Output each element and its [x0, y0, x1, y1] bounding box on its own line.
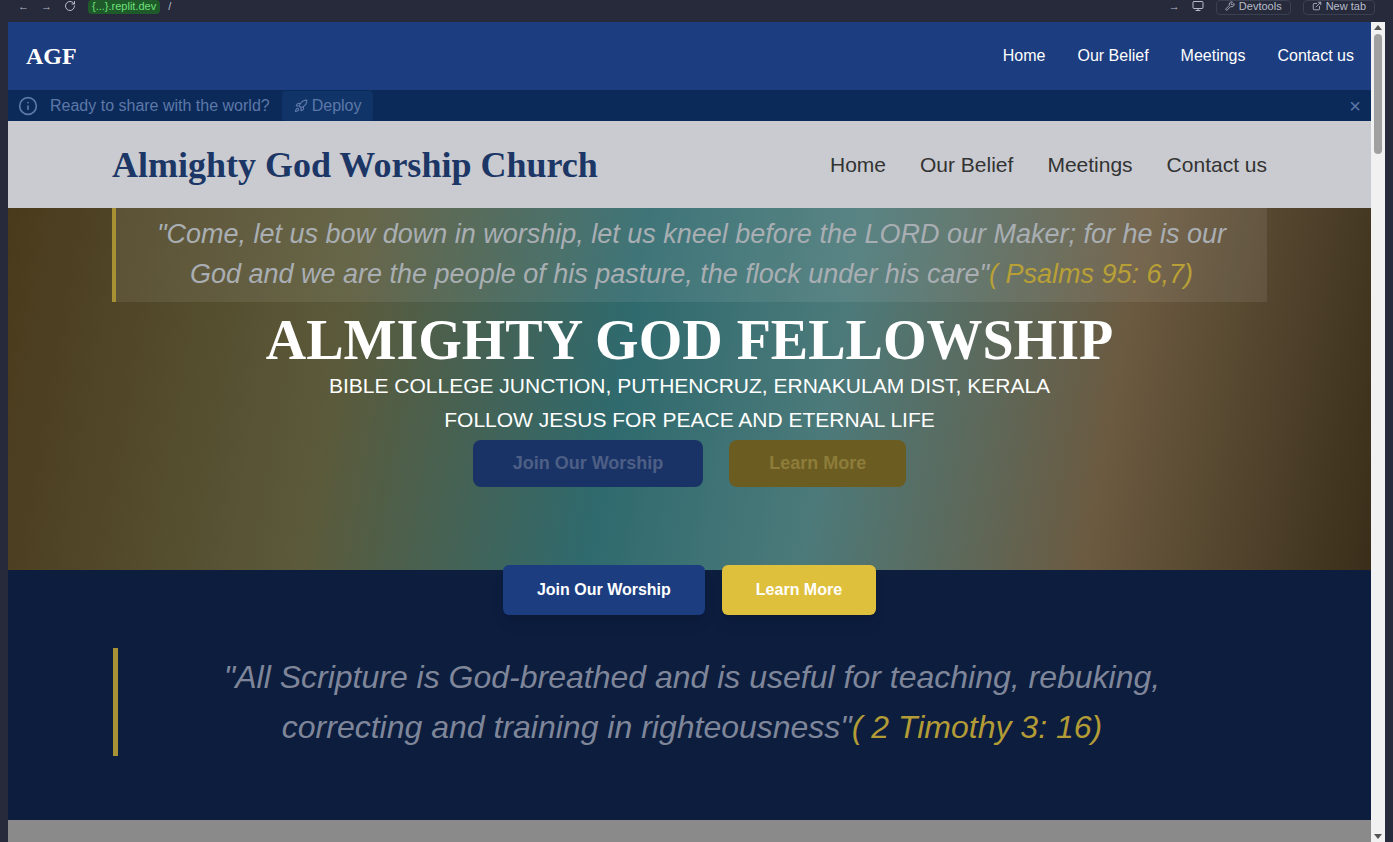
monitor-icon[interactable]: [1192, 0, 1204, 12]
action-button[interactable]: Learn More: [722, 565, 876, 615]
forward-button[interactable]: →: [41, 0, 52, 12]
nav-link[interactable]: Our Belief: [1077, 44, 1148, 68]
page: AGFHomeOur BeliefMeetingsContact usReady…: [8, 22, 1371, 842]
church-nav-link[interactable]: Meetings: [1047, 149, 1132, 181]
hero-tagline: FOLLOW JESUS FOR PEACE AND ETERNAL LIFE: [444, 406, 935, 434]
devtools-button[interactable]: Devtools: [1216, 0, 1291, 15]
scrollbar[interactable]: [1371, 22, 1385, 842]
church-nav-link[interactable]: Our Belief: [920, 149, 1013, 181]
church-header: Almighty God Worship Church Home Our Belie…: [8, 121, 1371, 208]
site-logo[interactable]: AGF: [26, 38, 77, 74]
scroll-thumb[interactable]: [1374, 34, 1382, 154]
action-button[interactable]: Join Our Worship: [503, 565, 705, 615]
hero-quote: "Come, let us bow down in worship, let u…: [112, 208, 1267, 302]
scroll-up-icon[interactable]: [1374, 25, 1382, 30]
nav-link[interactable]: Contact us: [1278, 44, 1354, 68]
browser-window: ← → {...}.replit.dev / → Devtools New tab AGF Ho…: [0, 0, 1393, 842]
viewport: AGFHomeOur BeliefMeetingsContact usReady…: [0, 22, 1393, 842]
church-title[interactable]: Almighty God Worship Church: [112, 138, 598, 192]
hero-citation: ( Psalms 95: 6,7): [989, 259, 1193, 289]
back-button[interactable]: ←: [18, 0, 29, 12]
reload-icon[interactable]: [64, 0, 76, 12]
go-button[interactable]: →: [1169, 0, 1180, 12]
close-button[interactable]: ×: [1349, 91, 1361, 121]
deploy-icon: [294, 99, 308, 113]
nav-link[interactable]: Home: [1003, 44, 1046, 68]
scripture-citation: ( 2 Timothy 3: 16): [852, 709, 1102, 745]
scroll-down-icon[interactable]: [1374, 834, 1382, 839]
scripture-quote: "All Scripture is God-breathed and is us…: [113, 648, 1266, 756]
nav-link[interactable]: Meetings: [1181, 44, 1246, 68]
hero: "Come, let us bow down in worship, let u…: [8, 208, 1371, 570]
new-tab-button[interactable]: New tab: [1303, 0, 1375, 15]
hero-address: BIBLE COLLEGE JUNCTION, PUTHENCRUZ, ERNA…: [329, 372, 1050, 400]
url-host: {...}.replit.dev: [88, 0, 160, 14]
church-nav-link[interactable]: Home: [830, 149, 886, 181]
scripture-section: Join Our WorshipLearn More"All Scripture…: [8, 570, 1371, 820]
deploy-banner: Ready to share with the world?Deploy×: [8, 90, 1371, 121]
url-path: /: [168, 0, 171, 12]
church-nav-link[interactable]: Contact us: [1167, 149, 1267, 181]
external-link-icon: [1312, 1, 1322, 11]
wrench-icon: [1225, 1, 1235, 11]
address-bar[interactable]: {...}.replit.dev / →: [88, 0, 1180, 14]
faded-button[interactable]: Join Our Worship: [473, 440, 704, 487]
info-icon: [18, 96, 38, 116]
deploy-button[interactable]: Deploy: [282, 91, 374, 121]
next-section: [8, 820, 1371, 842]
site-nav: AGF Home Our Belief Meetings Contact us: [8, 22, 1371, 90]
hero-heading: ALMIGHTY GOD FELLOWSHIP: [266, 308, 1113, 372]
browser-toolbar: ← → {...}.replit.dev / → Devtools New tab: [0, 0, 1393, 22]
faded-button[interactable]: Learn More: [729, 440, 906, 487]
